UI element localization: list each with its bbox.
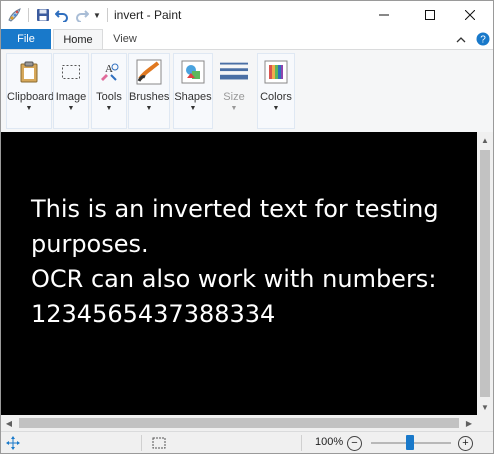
status-divider [141,435,142,451]
collapse-ribbon-icon[interactable] [453,31,469,47]
canvas-text-line: OCR can also work with numbers: [31,265,437,293]
titlebar-divider [107,8,108,22]
chevron-down-icon: ▼ [272,105,280,112]
scroll-down-icon[interactable]: ▼ [477,399,493,415]
shapes-label: Shapes [174,91,212,103]
clipboard-label: Clipboard [7,91,55,103]
title-bar: ▼ invert - Paint [1,1,493,29]
svg-text:?: ? [480,35,486,46]
close-button[interactable] [447,1,493,29]
vertical-scrollbar[interactable]: ▲ ▼ [477,132,493,415]
status-bar: 100% − + [1,431,493,453]
close-icon [465,10,475,20]
colors-group[interactable]: Colors ▼ [257,53,295,129]
undo-icon[interactable] [54,7,70,23]
clipboard-group[interactable]: Clipboard ▼ [6,53,55,129]
help-icon[interactable]: ? [475,31,491,47]
save-icon[interactable] [35,7,51,23]
tab-file[interactable]: File [1,29,51,49]
size-label: Size [223,91,245,103]
image-group[interactable]: Image ▼ [53,53,89,129]
scroll-up-icon[interactable]: ▲ [477,132,493,148]
tools-group[interactable]: A Tools ▼ [91,53,127,129]
size-group[interactable]: Size ▼ [214,53,254,129]
colors-label: Colors [260,91,292,103]
drawing-canvas[interactable]: This is an inverted text for testing pur… [1,132,477,415]
image-label: Image [55,91,87,103]
scrollbar-corner [477,415,493,431]
tab-home[interactable]: Home [53,29,103,50]
selection-size-icon [151,435,167,451]
zoom-out-button[interactable]: − [347,436,362,451]
status-divider [301,435,302,451]
ribbon-tabs: File Home View ? [1,29,493,50]
canvas-text-line: This is an inverted text for testing [31,195,439,223]
titlebar-divider [28,8,29,22]
horizontal-scroll-thumb[interactable] [19,418,459,428]
minimize-button[interactable] [361,1,407,29]
brushes-label: Brushes [129,91,170,103]
scroll-left-icon[interactable]: ◀ [1,415,17,431]
window-title: invert - Paint [114,8,182,22]
chevron-down-icon: ▼ [105,105,113,112]
zoom-level: 100% [315,436,344,448]
vertical-scroll-thumb[interactable] [480,150,490,397]
shapes-icon [179,58,207,86]
tools-icon: A [95,58,123,86]
size-icon [220,58,248,86]
chevron-down-icon: ▼ [67,105,75,112]
chevron-down-icon: ▼ [189,105,197,112]
tab-view[interactable]: View [105,29,145,49]
zoom-slider-thumb[interactable] [406,435,414,450]
svg-text:A: A [105,63,113,75]
chevron-down-icon: ▼ [230,105,238,112]
customize-dropdown-icon[interactable]: ▼ [92,7,102,23]
clipboard-icon [15,58,43,86]
brush-icon [135,58,163,86]
zoom-in-button[interactable]: + [458,436,473,451]
canvas-text-line: 1234565437388334 [31,300,276,328]
move-cursor-icon [5,435,21,451]
select-icon [57,58,85,86]
shapes-group[interactable]: Shapes ▼ [173,53,213,129]
color-palette-icon [262,58,290,86]
paint-window: ▼ invert - Paint File Home View ? Clipbo [0,0,494,454]
ribbon: Clipboard ▼ Image ▼ A Tools ▼ Brushes ▼ [1,49,493,133]
redo-icon[interactable] [74,7,90,23]
canvas-text: This is an inverted text for testing pur… [31,192,471,332]
maximize-icon [425,10,435,20]
tools-label: Tools [96,91,122,103]
chevron-down-icon: ▼ [145,105,153,112]
brushes-group[interactable]: Brushes ▼ [128,53,170,129]
chevron-down-icon: ▼ [25,105,33,112]
canvas-text-line: purposes. [31,230,149,258]
paint-app-icon[interactable] [7,7,23,23]
minimize-icon [379,14,389,16]
scroll-right-icon[interactable]: ▶ [461,415,477,431]
horizontal-scrollbar[interactable]: ◀ ▶ [1,415,477,431]
